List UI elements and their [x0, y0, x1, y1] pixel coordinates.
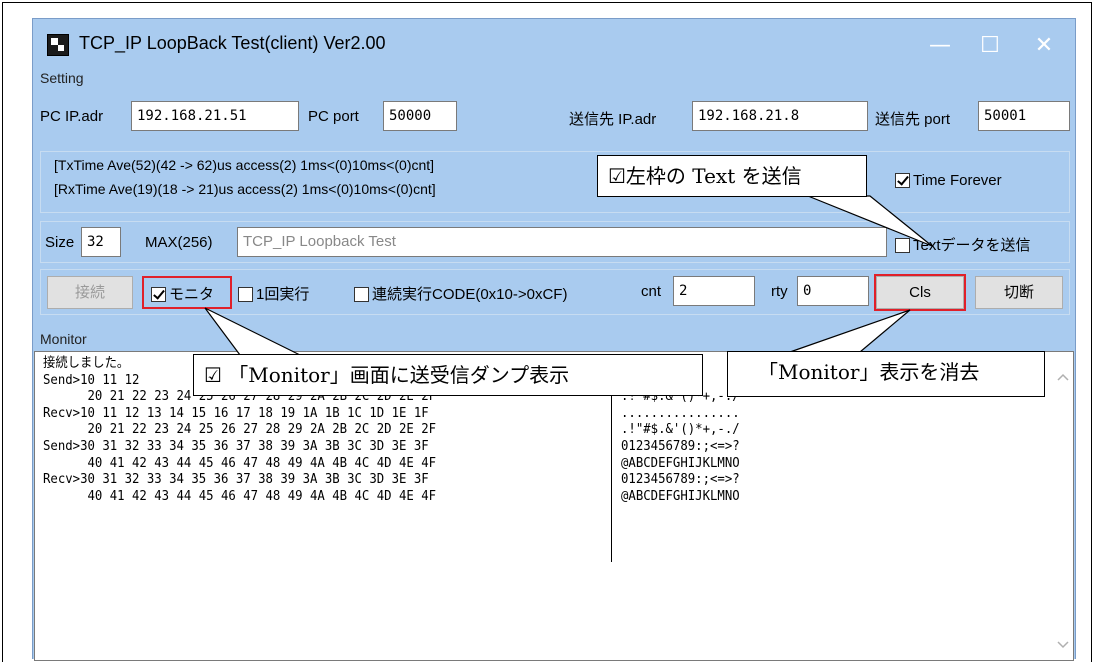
app-icon — [47, 34, 69, 56]
send-text-checkbox[interactable]: Textデータを送信 — [895, 234, 1031, 255]
monitor-check-icon — [151, 287, 166, 302]
callout-clear-monitor: 「Monitor」表示を消去 — [727, 351, 1045, 397]
ascii-line: @ABCDEFGHIJKLMNO — [621, 455, 740, 471]
ascii-line: @ABCDEFGHIJKLMNO — [621, 488, 740, 504]
monitor-checkbox[interactable]: モニタ — [151, 283, 214, 304]
dest-ip-input[interactable]: 192.168.21.8 — [692, 101, 868, 131]
dump-line: Recv>10 11 12 13 14 15 16 17 18 19 1A 1B… — [43, 405, 429, 421]
ascii-line: ................ — [621, 405, 740, 421]
callout-monitor-dump: ☑ 「Monitor」画面に送受信ダンプ表示 — [193, 354, 703, 396]
monitor-group-label: Monitor — [40, 331, 87, 347]
dest-port-input[interactable]: 50001 — [978, 101, 1070, 131]
dump-line: 40 41 42 43 44 45 46 47 48 49 4A 4B 4C 4… — [43, 455, 437, 471]
cnt-input[interactable]: 2 — [673, 276, 755, 306]
dump-line: 20 21 22 23 24 25 26 27 28 29 2A 2B 2C 2… — [43, 422, 437, 438]
time-forever-checkbox[interactable]: Time Forever — [895, 172, 1002, 189]
run-once-label: 1回実行 — [256, 286, 310, 303]
cls-highlight — [874, 274, 966, 311]
setting-group-label: Setting — [40, 70, 84, 86]
pc-ip-label: PC IP.adr — [40, 108, 104, 125]
rty-label: rty — [771, 283, 788, 300]
ascii-line: 0123456789:;<=>? — [621, 472, 740, 488]
dump-line: Send>30 31 32 33 34 35 36 37 38 39 3A 3B… — [43, 438, 429, 454]
close-button[interactable]: ✕ — [1021, 27, 1067, 65]
run-once-check-icon — [238, 287, 253, 302]
dump-line: 接続しました。 — [43, 356, 130, 371]
time-forever-label: Time Forever — [913, 172, 1002, 189]
scroll-arrows-icon — [1057, 373, 1069, 649]
pc-port-input[interactable]: 50000 — [383, 101, 457, 131]
run-once-checkbox[interactable]: 1回実行 — [238, 283, 309, 304]
connect-button[interactable]: 接続 — [47, 276, 133, 309]
send-text-input[interactable]: TCP_IP Loopback Test — [237, 227, 887, 257]
ascii-line: .!"#$.&'()*+,-./ — [621, 422, 740, 438]
size-label: Size — [45, 234, 75, 251]
dump-line: Recv>30 31 32 33 34 35 36 37 38 39 3A 3B… — [43, 472, 429, 488]
dump-line: 40 41 42 43 44 45 46 47 48 49 4A 4B 4C 4… — [43, 488, 437, 504]
monitor-scrollbar[interactable] — [1053, 352, 1073, 660]
disconnect-button[interactable]: 切断 — [975, 276, 1063, 309]
callout-send-text: ☑左枠の Text を送信 — [597, 155, 867, 197]
continuous-label: 連続実行CODE(0x10->0xCF) — [372, 286, 568, 303]
cnt-label: cnt — [641, 283, 662, 300]
size-input[interactable]: 32 — [81, 227, 121, 257]
pc-port-label: PC port — [308, 108, 359, 125]
time-forever-check-icon — [895, 173, 910, 188]
dest-port-label: 送信先 port — [875, 111, 951, 128]
monitor-textarea[interactable]: 接続しました。 Send>10 11 12 20 21 22 23 24 25 … — [34, 351, 1074, 661]
ascii-line: 0123456789:;<=>? — [621, 438, 740, 454]
continuous-check-icon — [354, 287, 369, 302]
dest-ip-label: 送信先 IP.adr — [569, 111, 657, 128]
continuous-checkbox[interactable]: 連続実行CODE(0x10->0xCF) — [354, 283, 567, 304]
dump-line: Send>10 11 12 — [43, 372, 140, 388]
window-title: TCP_IP LoopBack Test(client) Ver2.00 — [79, 33, 386, 53]
maximize-button[interactable]: ☐ — [967, 27, 1013, 65]
app-window: TCP_IP LoopBack Test(client) Ver2.00 — ☐… — [32, 18, 1076, 661]
title-bar[interactable]: TCP_IP LoopBack Test(client) Ver2.00 — ☐… — [33, 19, 1075, 72]
send-text-check-icon — [895, 238, 910, 253]
tx-time-stats: [TxTime Ave(52)(42 -> 62)us access(2) 1m… — [54, 157, 435, 173]
max-label: MAX(256) — [145, 234, 213, 251]
send-text-label: Textデータを送信 — [913, 237, 1031, 254]
minimize-button[interactable]: — — [917, 27, 963, 65]
pc-ip-input[interactable]: 192.168.21.51 — [131, 101, 299, 131]
rx-time-stats: [RxTime Ave(19)(18 -> 21)us access(2) 1m… — [54, 181, 436, 197]
monitor-label: モニタ — [169, 286, 215, 303]
rty-input[interactable]: 0 — [797, 276, 869, 306]
